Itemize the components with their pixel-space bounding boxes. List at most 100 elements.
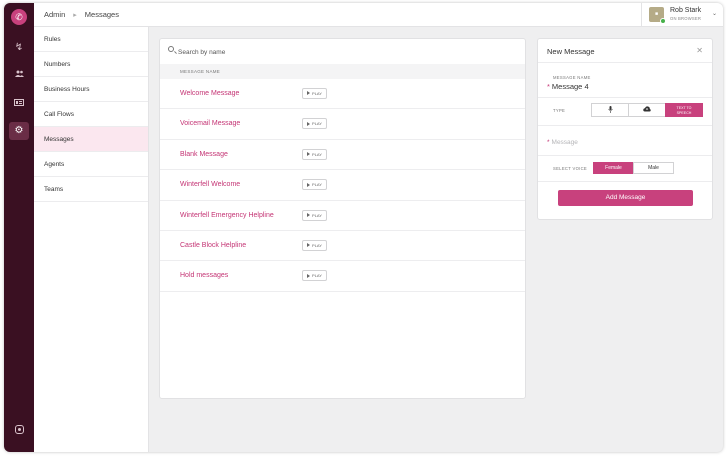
messages-list: Welcome Message PLAY Voicemail Message P… — [160, 79, 525, 292]
play-label: PLAY — [312, 242, 322, 248]
gear-icon[interactable]: ⚙ — [9, 122, 29, 140]
play-label: PLAY — [312, 151, 322, 157]
type-upload-button[interactable] — [628, 103, 666, 117]
user-menu[interactable]: ■ Rob Stark ON BROWSER ⌄ — [641, 3, 723, 27]
type-tts-line1: TEXT TO — [676, 106, 692, 110]
message-placeholder: Message — [551, 139, 578, 146]
search-icon — [168, 46, 174, 52]
new-message-title: New Message — [547, 47, 595, 56]
play-button[interactable]: PLAY — [302, 88, 327, 99]
table-row: Winterfell Emergency Helpline PLAY — [160, 201, 525, 231]
message-name-link[interactable]: Castle Block Helpline — [180, 231, 246, 261]
help-icon[interactable] — [9, 421, 29, 439]
divider — [538, 62, 712, 63]
sidebar-item-business-hours[interactable]: Business Hours — [34, 77, 148, 102]
icon-rail: ✆ ↯ ⚙ — [4, 3, 34, 452]
play-label: PLAY — [312, 273, 322, 279]
sidebar-item-label: Call Flows — [44, 111, 74, 118]
play-label: PLAY — [312, 121, 322, 127]
voice-male-button[interactable]: Male — [633, 162, 674, 174]
message-name-label: MESSAGE NAME — [553, 75, 591, 80]
table-row: Hold messages PLAY — [160, 261, 525, 292]
top-bar: Admin ▸ Messages ■ Rob Stark ON BROWSER ⌄ — [34, 3, 723, 27]
message-name-value: Message 4 — [551, 82, 589, 91]
required-mark: * — [547, 82, 550, 91]
sidebar-item-label: Rules — [44, 36, 61, 43]
play-button[interactable]: PLAY — [302, 239, 327, 251]
user-name: Rob Stark — [670, 7, 702, 14]
voice-female-button[interactable]: Female — [593, 162, 634, 174]
breadcrumb-separator-icon: ▸ — [73, 12, 77, 19]
message-text-field[interactable]: * Message — [547, 139, 578, 146]
play-icon — [307, 213, 311, 217]
sidebar-item-label: Teams — [44, 186, 64, 193]
play-icon — [307, 152, 311, 157]
divider — [538, 181, 712, 182]
play-label: PLAY — [312, 212, 322, 218]
message-name-link[interactable]: Hold messages — [180, 261, 228, 291]
id-card-icon[interactable] — [9, 94, 29, 112]
message-name-link[interactable]: Voicemail Message — [180, 109, 240, 139]
online-status-dot — [660, 18, 666, 24]
column-header-message-name[interactable]: MESSAGE NAME — [160, 64, 525, 79]
breadcrumb: Admin ▸ Messages — [44, 3, 119, 27]
play-button[interactable]: PLAY — [302, 209, 327, 221]
type-tts-line2: SPEECH — [676, 111, 692, 115]
type-record-button[interactable] — [591, 103, 629, 117]
table-row: Welcome Message PLAY — [160, 79, 525, 110]
message-name-field[interactable]: * Message 4 — [547, 82, 589, 91]
divider — [538, 125, 712, 126]
phone-logo-icon[interactable]: ✆ — [11, 9, 27, 25]
sidebar-item-numbers[interactable]: Numbers — [34, 52, 148, 77]
lightning-icon[interactable]: ↯ — [9, 39, 29, 57]
admin-sidebar: Rules Numbers Business Hours Call Flows … — [34, 27, 149, 452]
message-name-link[interactable]: Winterfell Emergency Helpline — [180, 201, 274, 231]
message-name-link[interactable]: Winterfell Welcome — [180, 170, 240, 200]
upload-cloud-icon — [643, 106, 651, 112]
play-icon — [307, 182, 311, 187]
table-row: Castle Block Helpline PLAY — [160, 231, 525, 262]
sidebar-item-agents[interactable]: Agents — [34, 152, 148, 177]
sidebar-item-teams[interactable]: Teams — [34, 177, 148, 202]
avatar: ■ — [649, 7, 666, 24]
breadcrumb-messages: Messages — [84, 10, 119, 19]
add-message-button[interactable]: Add Message — [558, 190, 693, 206]
message-name-link[interactable]: Welcome Message — [180, 79, 239, 109]
search-input[interactable] — [178, 44, 508, 60]
table-row: Blank Message PLAY — [160, 140, 525, 171]
breadcrumb-admin[interactable]: Admin — [44, 10, 65, 19]
voice-selector: Female Male — [593, 162, 674, 174]
required-mark: * — [547, 139, 550, 146]
play-label: PLAY — [312, 91, 322, 96]
people-icon[interactable] — [9, 65, 29, 83]
messages-list-panel: MESSAGE NAME Welcome Message PLAY Voicem… — [159, 38, 526, 399]
message-name-link[interactable]: Blank Message — [180, 140, 228, 170]
sidebar-item-label: Agents — [44, 161, 65, 168]
play-button[interactable]: PLAY — [302, 148, 327, 160]
play-label: PLAY — [312, 182, 322, 188]
table-row: Winterfell Welcome PLAY — [160, 170, 525, 201]
play-icon — [307, 121, 311, 126]
sidebar-item-call-flows[interactable]: Call Flows — [34, 102, 148, 127]
play-button[interactable]: PLAY — [302, 270, 327, 282]
play-icon — [307, 243, 311, 248]
play-icon — [307, 91, 311, 96]
play-button[interactable]: PLAY — [302, 118, 327, 130]
sidebar-item-messages[interactable]: Messages — [34, 127, 148, 152]
sidebar-item-label: Business Hours — [44, 86, 90, 93]
type-selector: TEXT TO SPEECH — [591, 103, 703, 117]
user-status: ON BROWSER — [670, 16, 702, 21]
type-text-to-speech-button[interactable]: TEXT TO SPEECH — [665, 103, 703, 117]
divider — [538, 155, 712, 156]
microphone-icon — [607, 105, 613, 113]
new-message-panel: New Message ✕ MESSAGE NAME * Message 4 TY… — [537, 38, 713, 220]
table-row: Voicemail Message PLAY — [160, 109, 525, 140]
search-bar — [160, 39, 525, 64]
type-label: TYPE — [553, 108, 566, 113]
app-window: ✆ ↯ ⚙ Admin ▸ Messages ■ Rob Stark ON BROW… — [4, 3, 723, 452]
play-button[interactable]: PLAY — [302, 179, 327, 191]
close-icon[interactable]: ✕ — [696, 46, 703, 55]
divider — [538, 97, 712, 98]
chevron-down-icon[interactable]: ⌄ — [712, 10, 717, 17]
sidebar-item-rules[interactable]: Rules — [34, 27, 148, 52]
